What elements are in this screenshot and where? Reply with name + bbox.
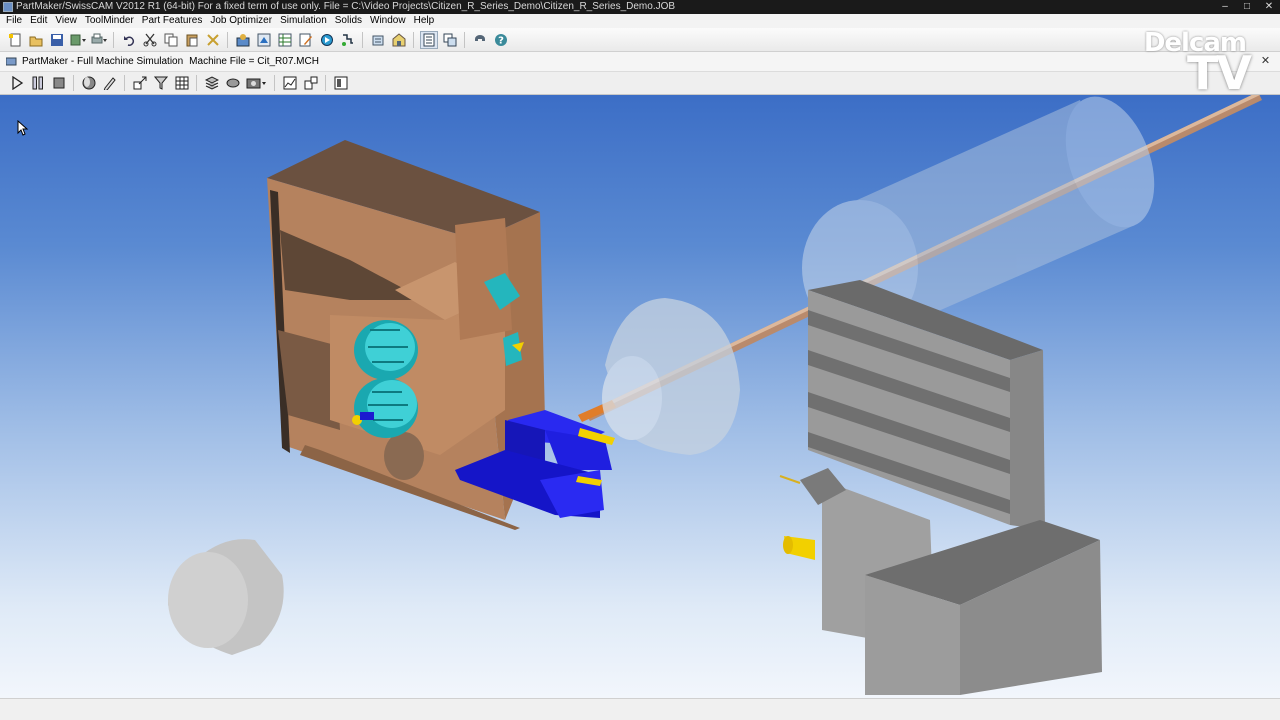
view-toggle-icon[interactable] bbox=[419, 30, 438, 49]
simulation-toolbar bbox=[0, 72, 1280, 95]
menu-simulation[interactable]: Simulation bbox=[276, 14, 331, 28]
document-caption-bar: PartMaker - Full Machine Simulation Mach… bbox=[0, 52, 1280, 72]
part-catcher-cylinder bbox=[168, 539, 284, 655]
filter-icon[interactable] bbox=[152, 74, 170, 92]
status-bar bbox=[0, 698, 1280, 720]
minimize-button[interactable]: – bbox=[1214, 0, 1236, 14]
help-icon[interactable]: ? bbox=[492, 31, 510, 49]
gang-tool-block bbox=[779, 280, 1102, 695]
toolbar-separator bbox=[413, 31, 414, 48]
toolbar-separator bbox=[464, 31, 465, 48]
menu-solids[interactable]: Solids bbox=[331, 14, 366, 28]
menu-edit[interactable]: Edit bbox=[26, 14, 51, 28]
simulation-doc-icon bbox=[6, 57, 17, 66]
app-icon bbox=[3, 2, 13, 12]
save-icon[interactable] bbox=[48, 31, 66, 49]
menu-job-optimizer[interactable]: Job Optimizer bbox=[206, 14, 276, 28]
window-title-bar: PartMaker/SwissCAM V2012 R1 (64-bit) For… bbox=[0, 0, 1280, 14]
guide-bushing-cone bbox=[602, 298, 740, 455]
main-toolbar: ? bbox=[0, 28, 1280, 52]
layers-icon[interactable] bbox=[203, 74, 221, 92]
geometry-icon[interactable] bbox=[255, 31, 273, 49]
stock-icon[interactable] bbox=[224, 74, 242, 92]
maximize-button[interactable]: □ bbox=[1236, 0, 1258, 14]
watermark-line-2: TV bbox=[1187, 46, 1252, 100]
toolbar-separator bbox=[362, 31, 363, 48]
toolbar-separator bbox=[73, 75, 74, 91]
chart-icon[interactable] bbox=[281, 74, 299, 92]
toolbar-separator bbox=[227, 31, 228, 48]
menu-toolminder[interactable]: ToolMinder bbox=[81, 14, 138, 28]
toolbar-separator bbox=[325, 75, 326, 91]
pause-icon[interactable] bbox=[29, 74, 47, 92]
window-controls: – □ ✕ bbox=[1214, 0, 1280, 14]
grid-view-icon[interactable] bbox=[173, 74, 191, 92]
menu-help[interactable]: Help bbox=[410, 14, 439, 28]
window-title: PartMaker/SwissCAM V2012 R1 (64-bit) For… bbox=[16, 1, 676, 12]
open-folder-icon[interactable] bbox=[27, 31, 45, 49]
machine-scene bbox=[168, 95, 1262, 695]
play-icon[interactable] bbox=[8, 74, 26, 92]
cut-icon[interactable] bbox=[141, 31, 159, 49]
shaded-view-icon[interactable] bbox=[80, 74, 98, 92]
camera-dropdown-icon[interactable] bbox=[245, 74, 269, 92]
panel-icon[interactable] bbox=[332, 74, 350, 92]
toolbar-separator bbox=[124, 75, 125, 91]
stop-icon[interactable] bbox=[50, 74, 68, 92]
part-features-icon[interactable] bbox=[234, 31, 252, 49]
delete-icon[interactable] bbox=[204, 31, 222, 49]
simulation-viewport[interactable] bbox=[0, 95, 1280, 698]
mouse-cursor-icon bbox=[17, 120, 29, 136]
paste-icon[interactable] bbox=[183, 31, 201, 49]
close-window-button[interactable]: ✕ bbox=[1258, 0, 1280, 14]
setup-sheet-icon[interactable] bbox=[390, 31, 408, 49]
machine-file-label: Machine File = Cit_R07.MCH bbox=[189, 56, 319, 67]
save-dropdown-icon[interactable] bbox=[69, 31, 87, 49]
process-table-icon[interactable] bbox=[276, 31, 294, 49]
svg-text:?: ? bbox=[498, 35, 504, 46]
document-title: PartMaker - Full Machine Simulation bbox=[22, 56, 184, 67]
split-view-icon[interactable] bbox=[302, 74, 320, 92]
new-file-icon[interactable] bbox=[6, 31, 24, 49]
menu-window[interactable]: Window bbox=[366, 14, 410, 28]
toolbar-separator bbox=[274, 75, 275, 91]
delcam-tv-watermark: Delcam TV bbox=[1132, 28, 1252, 100]
post-process-icon[interactable] bbox=[369, 31, 387, 49]
support-phone-icon[interactable] bbox=[471, 31, 489, 49]
toolbar-separator bbox=[113, 31, 114, 48]
toolbar-separator bbox=[196, 75, 197, 91]
print-dropdown-icon[interactable] bbox=[90, 31, 108, 49]
cascade-windows-icon[interactable] bbox=[441, 31, 459, 49]
edit-process-icon[interactable] bbox=[297, 31, 315, 49]
menu-file[interactable]: File bbox=[2, 14, 26, 28]
copy-icon[interactable] bbox=[162, 31, 180, 49]
undo-icon[interactable] bbox=[120, 31, 138, 49]
close-document-button[interactable]: ✕ bbox=[1259, 55, 1272, 68]
toolpath-pencil-icon[interactable] bbox=[101, 74, 119, 92]
zoom-window-icon[interactable] bbox=[131, 74, 149, 92]
menu-view[interactable]: View bbox=[51, 14, 81, 28]
simulation-icon[interactable] bbox=[318, 31, 336, 49]
menu-part-features[interactable]: Part Features bbox=[138, 14, 207, 28]
job-optimizer-icon[interactable] bbox=[339, 31, 357, 49]
menu-bar: File Edit View ToolMinder Part Features … bbox=[0, 14, 1280, 28]
